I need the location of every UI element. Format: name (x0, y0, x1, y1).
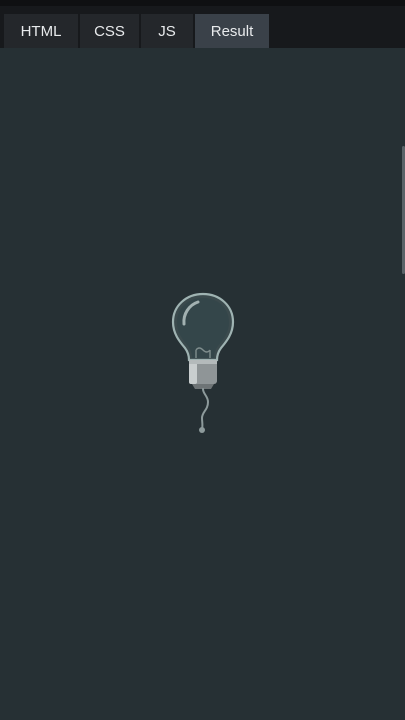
topbar-strip (0, 0, 405, 6)
tab-html[interactable]: HTML (4, 14, 78, 48)
bulb-cord (200, 388, 210, 430)
tab-js-label: JS (158, 22, 176, 40)
lightbulb-icon[interactable] (168, 290, 238, 438)
tab-css[interactable]: CSS (80, 14, 139, 48)
editor-tabs: HTML CSS JS Result (4, 14, 269, 48)
tab-js[interactable]: JS (141, 14, 193, 48)
bulb-base-rim (189, 360, 217, 364)
codepen-preview: HTML CSS JS Result (0, 0, 405, 720)
tab-css-label: CSS (94, 22, 125, 40)
cord-pull-end[interactable] (199, 427, 205, 433)
editor-tab-bar: HTML CSS JS Result (0, 0, 405, 48)
tab-html-label: HTML (20, 22, 62, 40)
lightbulb-svg (171, 292, 235, 433)
tab-result[interactable]: Result (195, 14, 269, 48)
tab-result-label: Result (210, 22, 254, 40)
scrollbar[interactable] (401, 48, 405, 720)
